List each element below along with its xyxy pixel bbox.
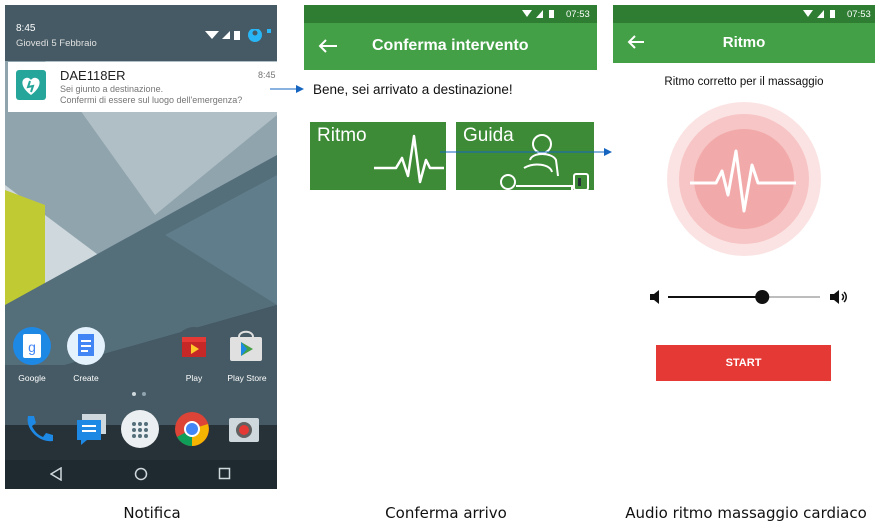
page-title: Ritmo <box>722 34 766 51</box>
flow-arrow-1 <box>270 85 304 93</box>
camera-icon[interactable] <box>225 410 263 448</box>
confirm-screen: 07:53 Conferma intervento Bene, sei arri… <box>304 5 597 205</box>
status-time: 07:53 <box>566 9 590 20</box>
page-title: Conferma intervento <box>372 37 529 54</box>
signal-icon <box>817 10 824 18</box>
heartbeat-pulse-graphic <box>667 102 821 256</box>
google-app-icon[interactable]: g <box>13 327 51 365</box>
app-bar: Ritmo <box>613 23 875 63</box>
caption-audio-ritmo: Audio ritmo massaggio cardiaco <box>625 504 867 522</box>
create-app-icon[interactable] <box>67 327 105 365</box>
wifi-icon <box>522 10 532 17</box>
play-store-app-icon[interactable] <box>227 327 265 365</box>
notification-line-2: Confermi di essere sul luogo dell'emerge… <box>60 95 243 105</box>
volume-slider-thumb <box>755 290 770 304</box>
battery-icon <box>830 10 835 18</box>
rhythm-screen: 07:53 Ritmo Ritmo corretto per il massag… <box>613 5 875 397</box>
notification-card[interactable]: DAE118ER 8:45 Sei giunto a destinazione.… <box>8 62 277 112</box>
back-arrow-icon[interactable] <box>318 39 338 53</box>
page-indicator <box>132 392 146 396</box>
phone-icon[interactable] <box>19 410 57 448</box>
app-label-create: Create <box>73 373 99 383</box>
app-drawer-icon[interactable] <box>121 410 159 448</box>
status-date: Giovedì 5 Febbraio <box>16 38 97 49</box>
notification-line-1: Sei giunto a destinazione. <box>60 84 164 94</box>
navigation-bar <box>5 460 277 489</box>
notification-time: 8:45 <box>258 70 276 80</box>
app-label-play: Play <box>185 373 203 383</box>
play-movies-app-icon[interactable] <box>175 327 213 365</box>
status-icons <box>522 10 554 18</box>
battery-icon <box>549 10 554 18</box>
wifi-icon <box>205 31 219 39</box>
signal-icon <box>536 10 543 18</box>
home-icon[interactable] <box>134 467 148 481</box>
notification-dot-icon <box>267 29 271 33</box>
status-icons <box>205 29 271 42</box>
status-icons <box>803 10 835 18</box>
volume-high-icon <box>830 290 847 304</box>
ritmo-tile-label: Ritmo <box>317 125 367 146</box>
cpr-guide-icon <box>500 134 589 190</box>
status-time: 8:45 <box>16 23 36 34</box>
app-label-google: Google <box>18 373 46 383</box>
notification-title: DAE118ER <box>60 68 126 83</box>
start-button[interactable]: START <box>656 345 831 381</box>
caption-notifica: Notifica <box>123 504 181 522</box>
arrival-message: Bene, sei arrivato a destinazione! <box>313 82 513 97</box>
recents-icon[interactable] <box>218 467 231 480</box>
status-bar: 07:53 <box>613 5 875 23</box>
svg-text:g: g <box>28 339 36 355</box>
caption-conferma-arrivo: Conferma arrivo <box>385 504 507 522</box>
rhythm-subtitle: Ritmo corretto per il massaggio <box>664 76 824 88</box>
status-time: 07:53 <box>847 9 871 20</box>
notification-screen: 8:45 Giovedì 5 Febbraio DAE118ER 8:45 Se… <box>5 5 277 489</box>
wifi-icon <box>803 10 813 17</box>
battery-icon <box>234 31 240 40</box>
back-icon[interactable] <box>50 467 62 481</box>
chrome-icon[interactable] <box>173 410 211 448</box>
signal-icon <box>222 31 230 39</box>
flow-arrow-2 <box>440 148 612 156</box>
heartbeat-icon <box>374 134 444 184</box>
volume-slider[interactable] <box>666 282 822 312</box>
status-bar: 07:53 <box>304 5 597 23</box>
app-label-play-store: Play Store <box>227 373 267 383</box>
ritmo-tile[interactable]: Ritmo <box>310 122 446 190</box>
heart-defibrillator-icon <box>16 70 46 100</box>
messages-icon[interactable] <box>73 410 111 448</box>
volume-low-icon <box>650 290 659 304</box>
app-bar: Conferma intervento <box>304 23 597 70</box>
status-bar: 8:45 Giovedì 5 Febbraio <box>5 5 277 61</box>
